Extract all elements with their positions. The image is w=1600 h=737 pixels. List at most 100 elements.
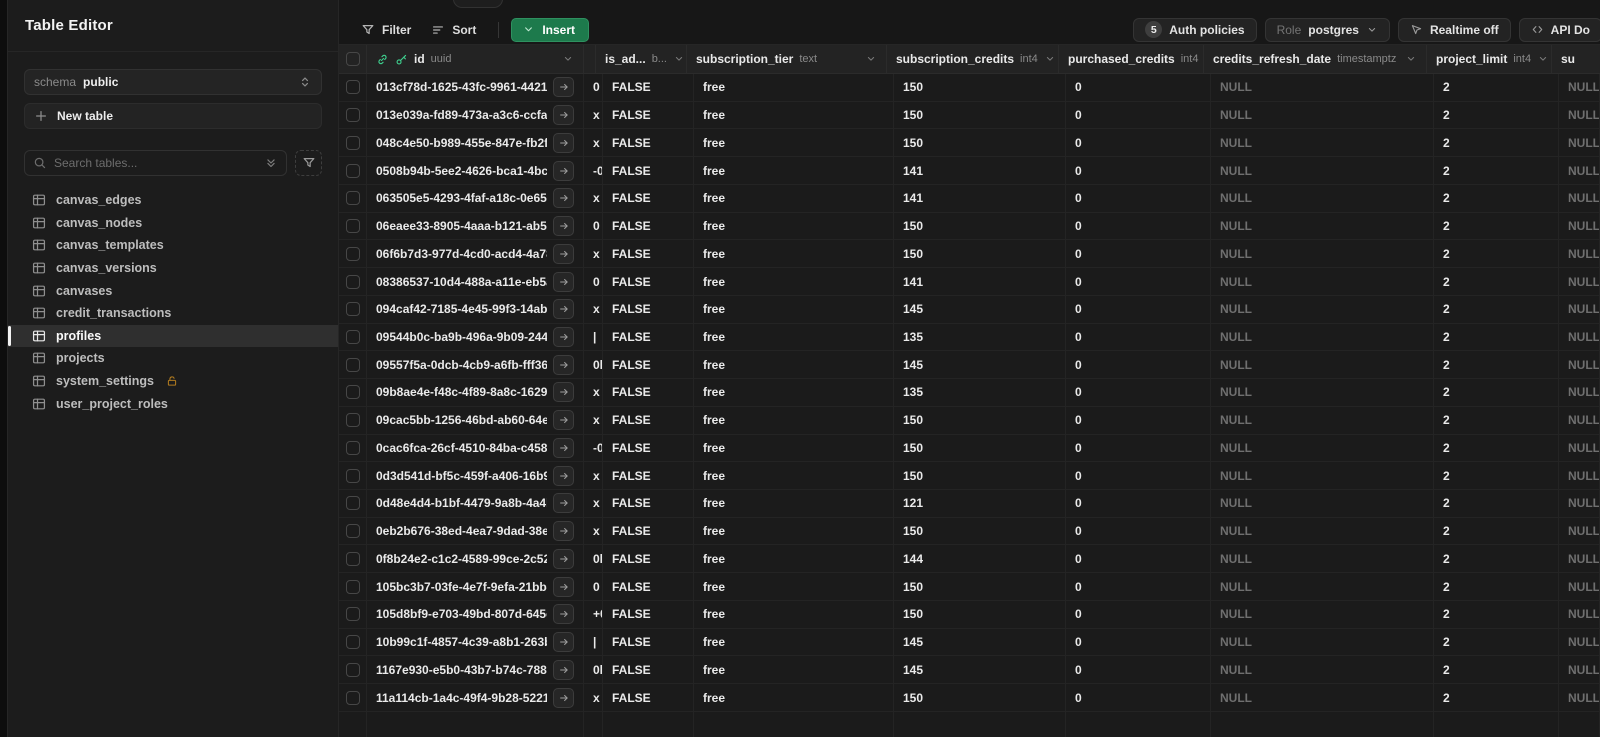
cell-cropped-column[interactable]: NULL <box>1559 684 1600 711</box>
filter-button[interactable]: Filter <box>351 18 421 42</box>
cell-subscription-credits[interactable]: 150 <box>894 101 1066 129</box>
cell-id[interactable]: 09cac5bb-1256-46bd-ab60-64ed... <box>367 406 584 434</box>
cell-credits-refresh-date[interactable]: NULL <box>1211 268 1434 295</box>
cell-subscription-credits[interactable]: 150 <box>894 212 1066 240</box>
row-checkbox[interactable] <box>345 607 360 622</box>
cell-credits-refresh-date[interactable]: NULL <box>1211 129 1434 157</box>
cell-is-admin[interactable]: FALSE <box>603 184 694 212</box>
cell-collapsed-fragment[interactable]: x <box>584 517 603 545</box>
row-select-cell[interactable] <box>339 406 367 434</box>
cell-credits-refresh-date[interactable]: NULL <box>1211 490 1434 517</box>
expand-row-button[interactable] <box>553 326 574 347</box>
row-select-cell[interactable] <box>339 101 367 129</box>
cell-id[interactable]: 06f6b7d3-977d-4cd0-acd4-4a78... <box>367 240 584 268</box>
expand-row-button[interactable] <box>553 493 574 514</box>
column-header-subscription-tier[interactable]: subscription_tier text <box>687 45 887 73</box>
cell-subscription-credits[interactable]: 150 <box>894 600 1066 628</box>
cell-subscription-credits[interactable]: 150 <box>894 462 1066 490</box>
cell-id[interactable]: 1167e930-e5b0-43b7-b74c-788c9... <box>367 656 584 684</box>
expand-row-button[interactable] <box>553 160 574 181</box>
cell-subscription-tier[interactable]: free <box>694 656 894 684</box>
row-checkbox[interactable] <box>345 413 360 428</box>
cell-subscription-tier[interactable]: free <box>694 600 894 628</box>
cell-credits-refresh-date[interactable]: NULL <box>1211 295 1434 323</box>
select-all-header-cell[interactable] <box>339 45 367 73</box>
cell-is-admin[interactable]: FALSE <box>603 517 694 545</box>
cell-is-admin[interactable]: FALSE <box>603 490 694 517</box>
cell-is-admin[interactable]: FALSE <box>603 212 694 240</box>
cell-subscription-credits[interactable]: 135 <box>894 323 1066 351</box>
row-select-cell[interactable] <box>339 628 367 656</box>
cell-cropped-column[interactable]: NULL <box>1559 101 1600 129</box>
cell-purchased-credits[interactable]: 0 <box>1066 184 1211 212</box>
cell-is-admin[interactable]: FALSE <box>603 406 694 434</box>
chevron-down-icon[interactable] <box>673 53 685 65</box>
cell-id[interactable]: 0508b94b-5ee2-4626-bca1-4bca... <box>367 157 584 184</box>
cell-id[interactable]: 06eaee33-8905-4aaa-b121-ab552... <box>367 212 584 240</box>
row-checkbox[interactable] <box>345 329 360 344</box>
cell-subscription-credits[interactable]: 150 <box>894 406 1066 434</box>
api-docs-button[interactable]: API Do <box>1518 17 1600 42</box>
expand-row-button[interactable] <box>553 410 574 431</box>
expand-row-button[interactable] <box>553 132 574 153</box>
cell-subscription-tier[interactable]: free <box>694 157 894 184</box>
table-filter-button[interactable] <box>295 150 322 176</box>
cell-project-limit[interactable]: 2 <box>1434 462 1559 490</box>
expand-row-button[interactable] <box>553 465 574 486</box>
cell-credits-refresh-date[interactable]: NULL <box>1211 212 1434 240</box>
cell-collapsed-fragment[interactable]: x <box>584 184 603 212</box>
cell-credits-refresh-date[interactable]: NULL <box>1211 101 1434 129</box>
expand-row-button[interactable] <box>553 77 574 98</box>
cell-is-admin[interactable]: FALSE <box>603 573 694 600</box>
cell-id[interactable]: 08386537-10d4-488a-a11e-eb5a6... <box>367 268 584 295</box>
cell-subscription-credits[interactable]: 150 <box>894 684 1066 711</box>
cell-is-admin[interactable]: FALSE <box>603 684 694 711</box>
cell-subscription-credits[interactable]: 135 <box>894 379 1066 406</box>
sidebar-item-canvas_versions[interactable]: canvas_versions <box>8 257 338 280</box>
cell-subscription-credits[interactable]: 145 <box>894 628 1066 656</box>
cell-subscription-credits[interactable]: 150 <box>894 517 1066 545</box>
cell-cropped-column[interactable]: NULL <box>1559 628 1600 656</box>
expand-row-button[interactable] <box>553 243 574 264</box>
cell-cropped-column[interactable]: NULL <box>1559 656 1600 684</box>
cell-project-limit[interactable]: 2 <box>1434 74 1559 101</box>
cell-subscription-tier[interactable]: free <box>694 323 894 351</box>
cell-subscription-tier[interactable]: free <box>694 406 894 434</box>
expand-row-button[interactable] <box>553 188 574 209</box>
cell-project-limit[interactable]: 2 <box>1434 600 1559 628</box>
sidebar-item-user_project_roles[interactable]: user_project_roles <box>8 392 338 415</box>
cell-id[interactable]: 0d48e4d4-b1bf-4479-9a8b-4a4b... <box>367 490 584 517</box>
row-checkbox[interactable] <box>345 496 360 511</box>
cell-subscription-tier[interactable]: free <box>694 212 894 240</box>
expand-row-button[interactable] <box>553 382 574 403</box>
cell-project-limit[interactable]: 2 <box>1434 684 1559 711</box>
cell-subscription-tier[interactable]: free <box>694 628 894 656</box>
column-header-project-limit[interactable]: project_limit int4 <box>1427 45 1552 73</box>
cell-subscription-tier[interactable]: free <box>694 573 894 600</box>
cell-credits-refresh-date[interactable]: NULL <box>1211 351 1434 379</box>
cell-credits-refresh-date[interactable]: NULL <box>1211 684 1434 711</box>
cell-is-admin[interactable]: FALSE <box>603 101 694 129</box>
cell-project-limit[interactable]: 2 <box>1434 545 1559 573</box>
cell-cropped-column[interactable]: NULL <box>1559 517 1600 545</box>
cell-cropped-column[interactable]: NULL <box>1559 268 1600 295</box>
cell-collapsed-fragment[interactable]: x <box>584 295 603 323</box>
cell-project-limit[interactable]: 2 <box>1434 351 1559 379</box>
cell-id[interactable]: 0d3d541d-bf5c-459f-a406-16b93... <box>367 462 584 490</box>
cell-subscription-tier[interactable]: free <box>694 517 894 545</box>
cell-project-limit[interactable]: 2 <box>1434 184 1559 212</box>
row-checkbox[interactable] <box>345 635 360 650</box>
row-select-cell[interactable] <box>339 129 367 157</box>
sidebar-item-system_settings[interactable]: system_settings <box>8 370 338 393</box>
cell-is-admin[interactable]: FALSE <box>603 656 694 684</box>
row-select-cell[interactable] <box>339 545 367 573</box>
cell-id[interactable]: 063505e5-4293-4faf-a18c-0e65b... <box>367 184 584 212</box>
cell-collapsed-fragment[interactable]: x <box>584 490 603 517</box>
expand-row-button[interactable] <box>553 604 574 625</box>
cell-credits-refresh-date[interactable]: NULL <box>1211 240 1434 268</box>
cell-project-limit[interactable]: 2 <box>1434 628 1559 656</box>
cell-collapsed-fragment[interactable]: 0l <box>584 545 603 573</box>
cell-purchased-credits[interactable]: 0 <box>1066 490 1211 517</box>
cell-collapsed-fragment[interactable]: x <box>584 101 603 129</box>
column-header-purchased-credits[interactable]: purchased_credits int4 <box>1059 45 1204 73</box>
